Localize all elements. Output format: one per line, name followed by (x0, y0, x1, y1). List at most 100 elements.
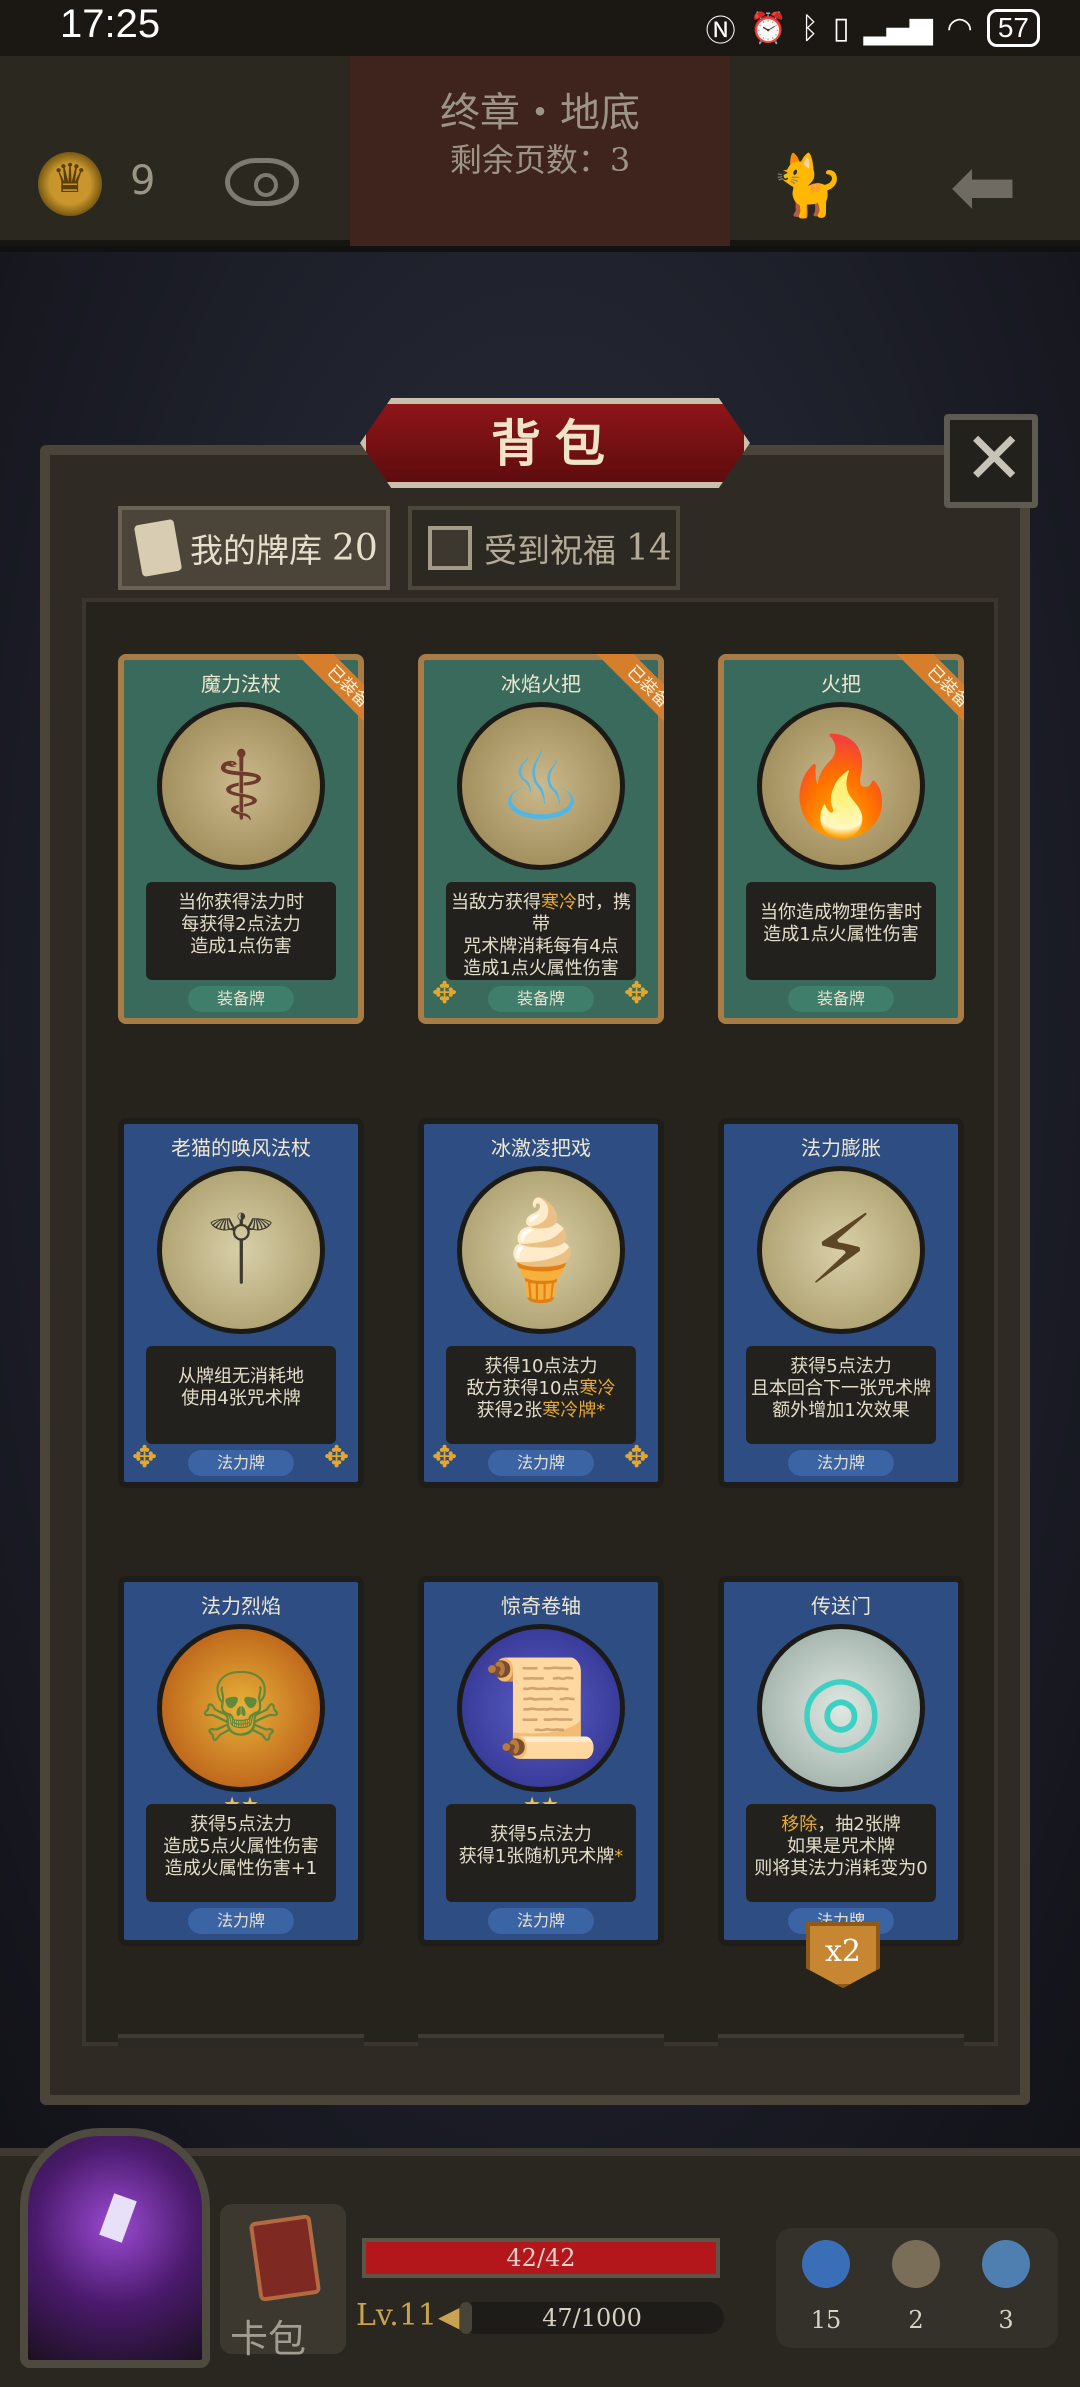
card-name: 传送门 (811, 1594, 871, 1618)
card-wonder-scroll[interactable]: 惊奇卷轴 📜 ★★ 获得5点法力 获得1张随机咒术牌* 法力牌 (418, 1576, 664, 1946)
card-partial[interactable] (418, 2034, 664, 2048)
card-stack-icon (133, 518, 183, 578)
alarm-icon: ⏰ (749, 10, 787, 46)
tab-my-deck[interactable]: 我的牌库 20 (118, 506, 390, 590)
hp-text: 42/42 (506, 2244, 576, 2272)
card-name: 惊奇卷轴 (501, 1594, 581, 1618)
resource-potion[interactable]: 15 (786, 2240, 866, 2334)
status-bar: 17:25 Ⓝ ⏰ ᛒ ▯ ▂▄▆ ◠ 57 (0, 0, 1080, 56)
caret-left-icon: ◀ (438, 2300, 460, 2333)
resource-count: 15 (810, 2306, 842, 2334)
close-icon: ✕ (964, 416, 1025, 500)
gift-icon (428, 526, 472, 570)
ice-cream-icon: 🍦 (457, 1166, 625, 1334)
crown-coin-icon (38, 152, 102, 216)
resource-count: 3 (998, 2306, 1014, 2334)
card-name: 冰激凌把戏 (491, 1136, 591, 1160)
equipped-ribbon: 已装备 (580, 654, 664, 738)
card-type: 法力牌 (488, 1450, 594, 1476)
rune-icon: ✥ (624, 1440, 650, 1475)
close-button[interactable]: ✕ (944, 414, 1038, 508)
cardbag-label: 卡包 (230, 2317, 307, 2361)
card-portal[interactable]: 传送门 ◎ 移除，抽2张牌 如果是咒术牌 则将其法力消耗变为0 法力牌 (718, 1576, 964, 1946)
potion-icon (802, 2240, 850, 2288)
tab-count: 14 (626, 527, 672, 569)
card-description: 获得10点法力 敌方获得10点寒冷 获得2张寒冷牌* (446, 1346, 636, 1444)
card-type: 装备牌 (788, 986, 894, 1012)
card-description: 当你获得法力时 每获得2点法力 造成1点伤害 (146, 882, 336, 980)
crystal-icon (99, 2193, 137, 2243)
card-description: 获得5点法力 获得1张随机咒术牌* (446, 1804, 636, 1902)
rune-icon: ✥ (432, 976, 458, 1011)
spellbook-icon (248, 2214, 322, 2302)
resource-count: 2 (908, 2306, 924, 2334)
resource-hourglass[interactable]: 2 (876, 2240, 956, 2334)
resource-cards[interactable]: 3 (966, 2240, 1046, 2334)
card-type: 法力牌 (788, 1450, 894, 1476)
card-wind-staff[interactable]: 老猫的唤风法杖 ⚚ 从牌组无消耗地 使用4张咒术牌 法力牌 ✥ ✥ (118, 1118, 364, 1488)
battery-indicator: 57 (986, 9, 1040, 47)
card-description: 当你造成物理伤害时 造成1点火属性伤害 (746, 882, 936, 980)
card-name: 法力烈焰 (201, 1594, 281, 1618)
card-name: 老猫的唤风法杖 (171, 1136, 311, 1160)
card-torch[interactable]: 火把 🔥 当你造成物理伤害时 造成1点火属性伤害 装备牌 已装备 (718, 654, 964, 1024)
rune-icon: ✥ (132, 1440, 158, 1475)
cards-icon (982, 2240, 1030, 2288)
card-description: 获得5点法力 且本回合下一张咒术牌 额外增加1次效果 (746, 1346, 936, 1444)
equipped-ribbon: 已装备 (880, 654, 964, 738)
equipped-label: 已装备 (896, 654, 964, 738)
back-arrow-icon[interactable]: ⬅ (950, 140, 1017, 233)
status-icons: Ⓝ ⏰ ᛒ ▯ ▂▄▆ ◠ 57 (706, 6, 1040, 50)
wind-staff-icon: ⚚ (157, 1166, 325, 1334)
card-partial[interactable] (718, 2034, 964, 2048)
card-ice-torch[interactable]: 冰焰火把 ♨ 当敌方获得寒冷时，携带 咒术牌消耗每有4点 造成1点火属性伤害 装… (418, 654, 664, 1024)
pet-icon[interactable]: 🐈 (770, 150, 845, 221)
portal-door-icon[interactable] (20, 2128, 210, 2368)
card-type: 法力牌 (188, 1908, 294, 1934)
card-type: 装备牌 (188, 986, 294, 1012)
card-mana-flame[interactable]: 法力烈焰 ☠ ★★ 获得5点法力 造成5点火属性伤害 造成火属性伤害+1 法力牌 (118, 1576, 364, 1946)
rune-icon: ✥ (432, 1440, 458, 1475)
card-mana-staff[interactable]: 魔力法杖 ⚕ 当你获得法力时 每获得2点法力 造成1点伤害 装备牌 已装备 (118, 654, 364, 1024)
pages-remaining: 剩余页数：3 (449, 141, 631, 179)
card-description: 从牌组无消耗地 使用4张咒术牌 (146, 1346, 336, 1444)
tab-label: 受到祝福 (484, 531, 616, 570)
tab-blessings[interactable]: 受到祝福 14 (408, 506, 680, 590)
card-description: 移除，抽2张牌 如果是咒术牌 则将其法力消耗变为0 (746, 1804, 936, 1902)
card-ice-cream-trick[interactable]: 冰激凌把戏 🍦 获得10点法力 敌方获得10点寒冷 获得2张寒冷牌* 法力牌 ✥… (418, 1118, 664, 1488)
portal-icon: ◎ (757, 1624, 925, 1792)
card-type: 法力牌 (488, 1908, 594, 1934)
hp-bar: 42/42 (362, 2238, 720, 2278)
equipped-ribbon: 已装备 (280, 654, 364, 738)
vibrate-icon: ▯ (832, 10, 850, 46)
player-level: Lv.11 (356, 2298, 438, 2333)
nfc-icon: Ⓝ (705, 14, 736, 49)
card-mana-surge[interactable]: 法力膨胀 ⚡ 获得5点法力 且本回合下一张咒术牌 额外增加1次效果 法力牌 (718, 1118, 964, 1488)
tab-label: 我的牌库 (190, 531, 322, 570)
hourglass-icon (892, 2240, 940, 2288)
panel-title: 背包 (491, 414, 619, 473)
tab-count: 20 (332, 527, 378, 569)
card-type: 法力牌 (188, 1450, 294, 1476)
chapter-title: 终章・地底 (440, 90, 640, 136)
equipped-label: 已装备 (596, 654, 664, 738)
coin-count: 9 (130, 158, 156, 204)
flame-zombie-icon: ☠ (157, 1624, 325, 1792)
card-description: 当敌方获得寒冷时，携带 咒术牌消耗每有4点 造成1点火属性伤害 (446, 882, 636, 980)
lightning-mage-icon: ⚡ (757, 1166, 925, 1334)
xp-text: 47/1000 (542, 2304, 642, 2332)
eye-icon[interactable] (225, 158, 299, 206)
card-description: 获得5点法力 造成5点火属性伤害 造成火属性伤害+1 (146, 1804, 336, 1902)
status-time: 17:25 (60, 2, 161, 46)
equipped-label: 已装备 (296, 654, 364, 738)
scroll-icon: 📜 (457, 1624, 625, 1792)
card-partial[interactable] (118, 2034, 364, 2048)
rune-icon: ✥ (324, 1440, 350, 1475)
card-name: 法力膨胀 (801, 1136, 881, 1160)
signal-icon: ▂▄▆ (863, 10, 933, 46)
card-type: 装备牌 (488, 986, 594, 1012)
wifi-icon: ◠ (946, 10, 973, 46)
rune-icon: ✥ (624, 976, 650, 1011)
bluetooth-icon: ᛒ (800, 10, 819, 46)
xp-bar: 47/1000 (460, 2302, 724, 2334)
